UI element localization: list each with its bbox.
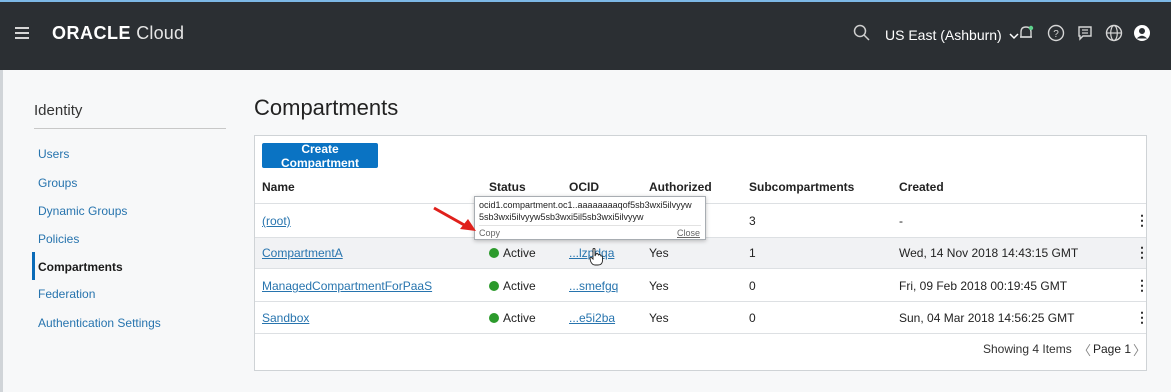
status-dot-icon [489,313,499,323]
created-date: Wed, 14 Nov 2018 14:43:15 GMT [899,246,1079,260]
sidebar-divider [34,128,226,129]
authorized-value: Yes [649,279,669,293]
page-title: Compartments [254,95,399,120]
status-text: Active [503,279,536,293]
logo-brand: ORACLE [52,23,131,43]
column-header-name[interactable]: Name [262,180,295,194]
search-icon[interactable] [853,24,871,42]
item-count: Showing 4 Items [983,342,1072,356]
row-divider [255,333,1146,334]
previous-page-icon[interactable]: 〈 [1078,340,1091,359]
created-date: - [899,214,903,228]
created-date: Sun, 04 Mar 2018 14:56:25 GMT [899,311,1075,325]
ocid-link[interactable]: ...e5i2ba [569,311,615,325]
logo-product: Cloud [136,23,185,43]
ocid-popover: ocid1.compartment.oc1..aaaaaaaaqof5sb3wx… [474,196,706,240]
authorized-value: Yes [649,311,669,325]
status-dot-icon [489,281,499,291]
column-header-status[interactable]: Status [489,180,526,194]
status-text: Active [503,311,536,325]
status-badge: Active [489,246,536,260]
hand-cursor-icon [589,248,603,266]
row-divider [255,301,1146,302]
svg-text:?: ? [1053,29,1059,40]
authorized-value: Yes [649,246,669,260]
column-header-created[interactable]: Created [899,180,944,194]
next-page-icon[interactable]: 〉 [1133,340,1146,359]
ocid-link[interactable]: ...smefgq [569,279,618,293]
sidebar-title: Identity [34,102,83,119]
create-compartment-button[interactable]: Create Compartment [262,142,378,170]
status-text: Active [503,246,536,260]
column-header-subcompartments[interactable]: Subcompartments [749,180,854,194]
status-badge: Active [489,279,536,293]
subcompartments-count: 0 [749,279,756,293]
ocid-full-text-line-2: 5sb3wxi5ilvyyw5sb3wxi5il5sb3wxi5ilvyyw [479,212,644,222]
chat-icon[interactable] [1076,24,1094,42]
close-popover-button[interactable]: Close [677,228,700,238]
row-actions-menu-icon[interactable]: ⋮ [1135,212,1149,229]
column-header-ocid[interactable]: OCID [569,180,599,194]
sidebar-item-authentication-settings[interactable]: Authentication Settings [38,316,161,330]
row-actions-menu-icon[interactable]: ⋮ [1135,277,1149,294]
help-icon[interactable]: ? [1047,24,1065,42]
copy-ocid-button[interactable]: Copy [479,228,500,238]
subcompartments-count: 0 [749,311,756,325]
oracle-cloud-logo[interactable]: ORACLE Cloud [52,23,184,44]
region-selector[interactable]: US East (Ashburn) [885,27,1019,43]
page-indicator: Page 1 [1093,342,1132,356]
sidebar-item-compartments[interactable]: Compartments [38,260,123,274]
sidebar-item-policies[interactable]: Policies [38,232,79,246]
annotation-arrow-icon [433,206,476,231]
region-label: US East (Ashburn) [885,27,1002,43]
row-divider [255,268,1146,269]
compartment-name-link[interactable]: Sandbox [262,311,309,325]
column-header-authorized[interactable]: Authorized [649,180,712,194]
user-icon[interactable] [1133,24,1151,42]
ocid-full-text-line-1: ocid1.compartment.oc1..aaaaaaaaqof5sb3wx… [479,200,692,210]
row-actions-menu-icon[interactable]: ⋮ [1135,244,1149,261]
compartment-name-link[interactable]: (root) [262,214,291,228]
globe-icon[interactable] [1105,24,1123,42]
subcompartments-count: 1 [749,246,756,260]
sidebar-active-indicator [32,252,35,280]
sidebar-item-users[interactable]: Users [38,147,69,161]
compartment-name-link[interactable]: ManagedCompartmentForPaaS [262,279,432,293]
created-date: Fri, 09 Feb 2018 00:19:45 GMT [899,279,1068,293]
subcompartments-count: 3 [749,214,756,228]
top-navigation-bar: ORACLE Cloud US East (Ashburn) ? [0,0,1171,70]
row-actions-menu-icon[interactable]: ⋮ [1135,309,1149,326]
compartment-name-link[interactable]: CompartmentA [262,246,343,260]
sidebar-item-federation[interactable]: Federation [38,287,95,301]
sidebar-item-groups[interactable]: Groups [38,176,77,190]
sidebar-item-dynamic-groups[interactable]: Dynamic Groups [38,204,127,218]
popover-divider [479,225,701,226]
status-badge: Active [489,311,536,325]
status-dot-icon [489,248,499,258]
bell-icon[interactable] [1017,24,1035,42]
hamburger-menu-icon[interactable] [15,27,29,39]
